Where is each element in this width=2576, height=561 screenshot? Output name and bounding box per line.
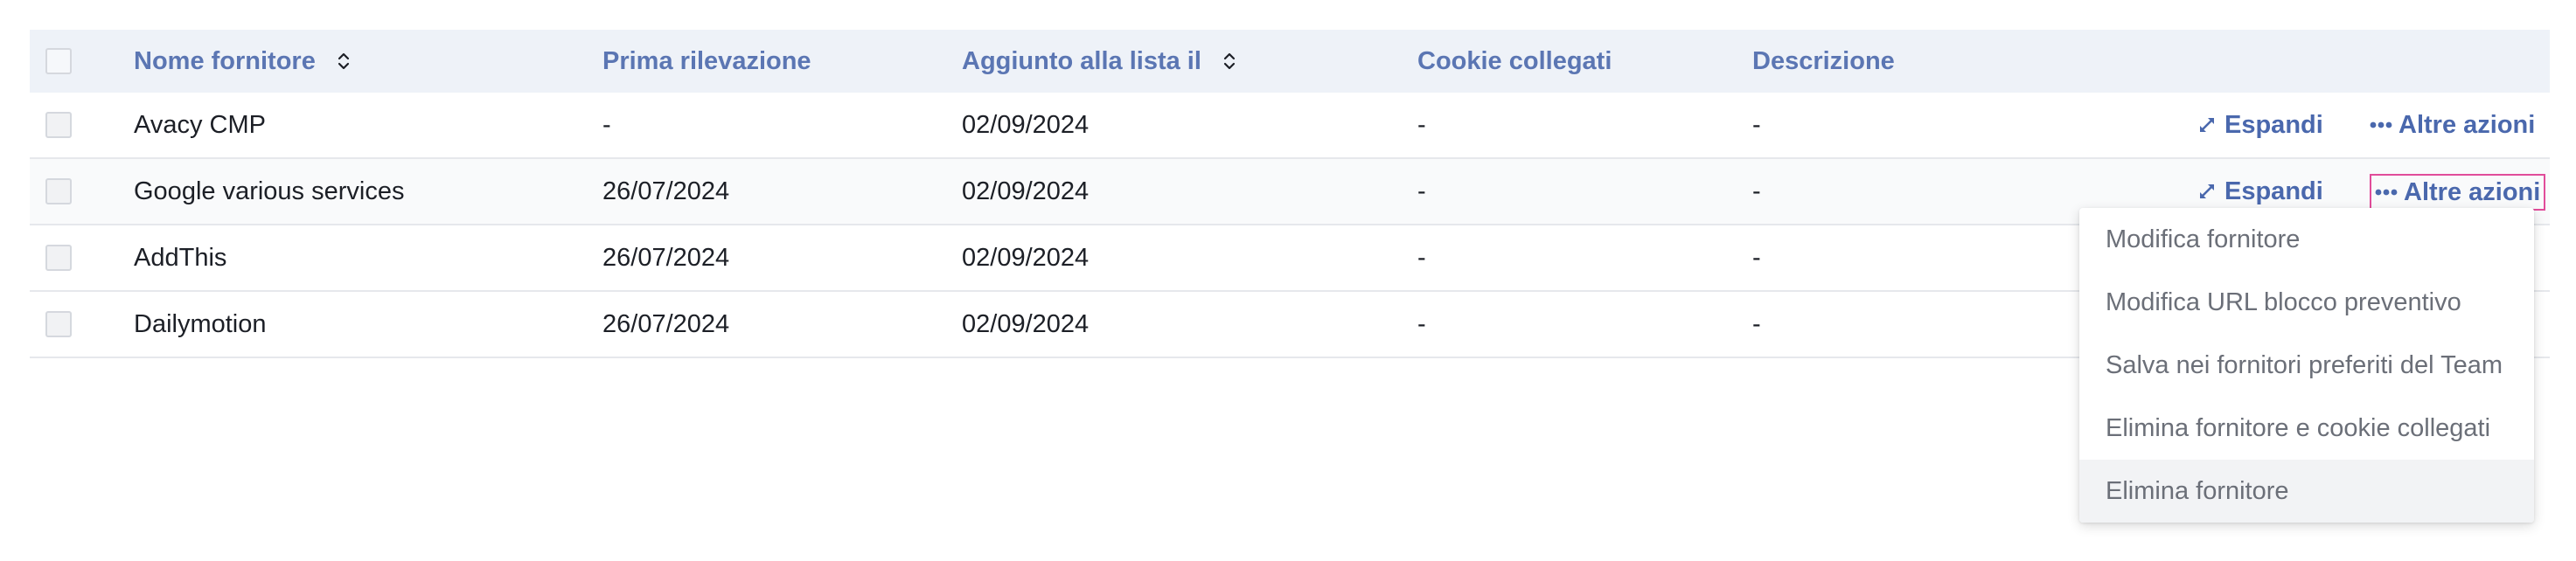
menu-item-delete-vendor[interactable]: Elimina fornitore [2079,460,2534,523]
column-header-linked-cookies: Cookie collegati [1417,46,1612,75]
menu-item-edit-preventive-block-url[interactable]: Modifica URL blocco preventivo [2079,271,2534,334]
linked-cookies: - [1417,243,1426,272]
description: - [1752,243,1761,272]
expand-icon [2200,184,2214,198]
linked-cookies: - [1417,309,1426,338]
column-header-description: Descrizione [1752,46,1895,75]
column-header-label: Nome fornitore [134,46,316,75]
menu-item-delete-vendor-and-cookies[interactable]: Elimina fornitore e cookie collegati [2079,397,2534,460]
more-actions-button[interactable]: Altre azioni [2369,174,2546,211]
added-on: 02/09/2024 [962,243,1090,272]
expand-icon [2200,118,2214,132]
linked-cookies: - [1417,110,1426,139]
sort-icon[interactable] [1222,50,1236,73]
first-detected: 26/07/2024 [602,177,730,205]
description: - [1752,309,1761,338]
first-detected: - [602,110,611,139]
table-row: Avacy CMP - 02/09/2024 - - Espandi Altre… [30,93,2550,159]
menu-item-edit-vendor[interactable]: Modifica fornitore [2079,208,2534,271]
vendor-name: Avacy CMP [134,110,266,139]
first-detected: 26/07/2024 [602,309,730,338]
description: - [1752,110,1761,139]
menu-item-save-team-favorites[interactable]: Salva nei fornitori preferiti del Team [2079,334,2534,397]
column-header-first-detected: Prima rilevazione [602,46,811,75]
vendor-name: AddThis [134,243,227,272]
more-actions-button[interactable]: Altre azioni [2370,93,2535,157]
column-header-added-on[interactable]: Aggiunto alla lista il [962,30,1236,93]
more-actions-menu: Modifica fornitore Modifica URL blocco p… [2079,208,2534,523]
description: - [1752,177,1761,205]
sort-icon[interactable] [337,50,351,73]
column-header-name[interactable]: Nome fornitore [134,30,351,93]
more-dots-icon [2375,189,2398,196]
row-checkbox[interactable] [45,245,72,271]
first-detected: 26/07/2024 [602,243,730,272]
row-checkbox[interactable] [45,112,72,138]
linked-cookies: - [1417,177,1426,205]
more-dots-icon [2370,121,2392,128]
table-header: Nome fornitore Prima rilevazione Aggiunt… [30,30,2550,93]
vendors-page: Nome fornitore Prima rilevazione Aggiunt… [0,0,2576,561]
vendor-name: Dailymotion [134,309,267,338]
vendor-name: Google various services [134,177,405,205]
row-checkbox[interactable] [45,311,72,337]
added-on: 02/09/2024 [962,110,1090,139]
expand-button[interactable]: Espandi [2198,93,2323,157]
added-on: 02/09/2024 [962,309,1090,338]
select-all-checkbox[interactable] [45,48,72,74]
row-checkbox[interactable] [45,178,72,204]
added-on: 02/09/2024 [962,177,1090,205]
